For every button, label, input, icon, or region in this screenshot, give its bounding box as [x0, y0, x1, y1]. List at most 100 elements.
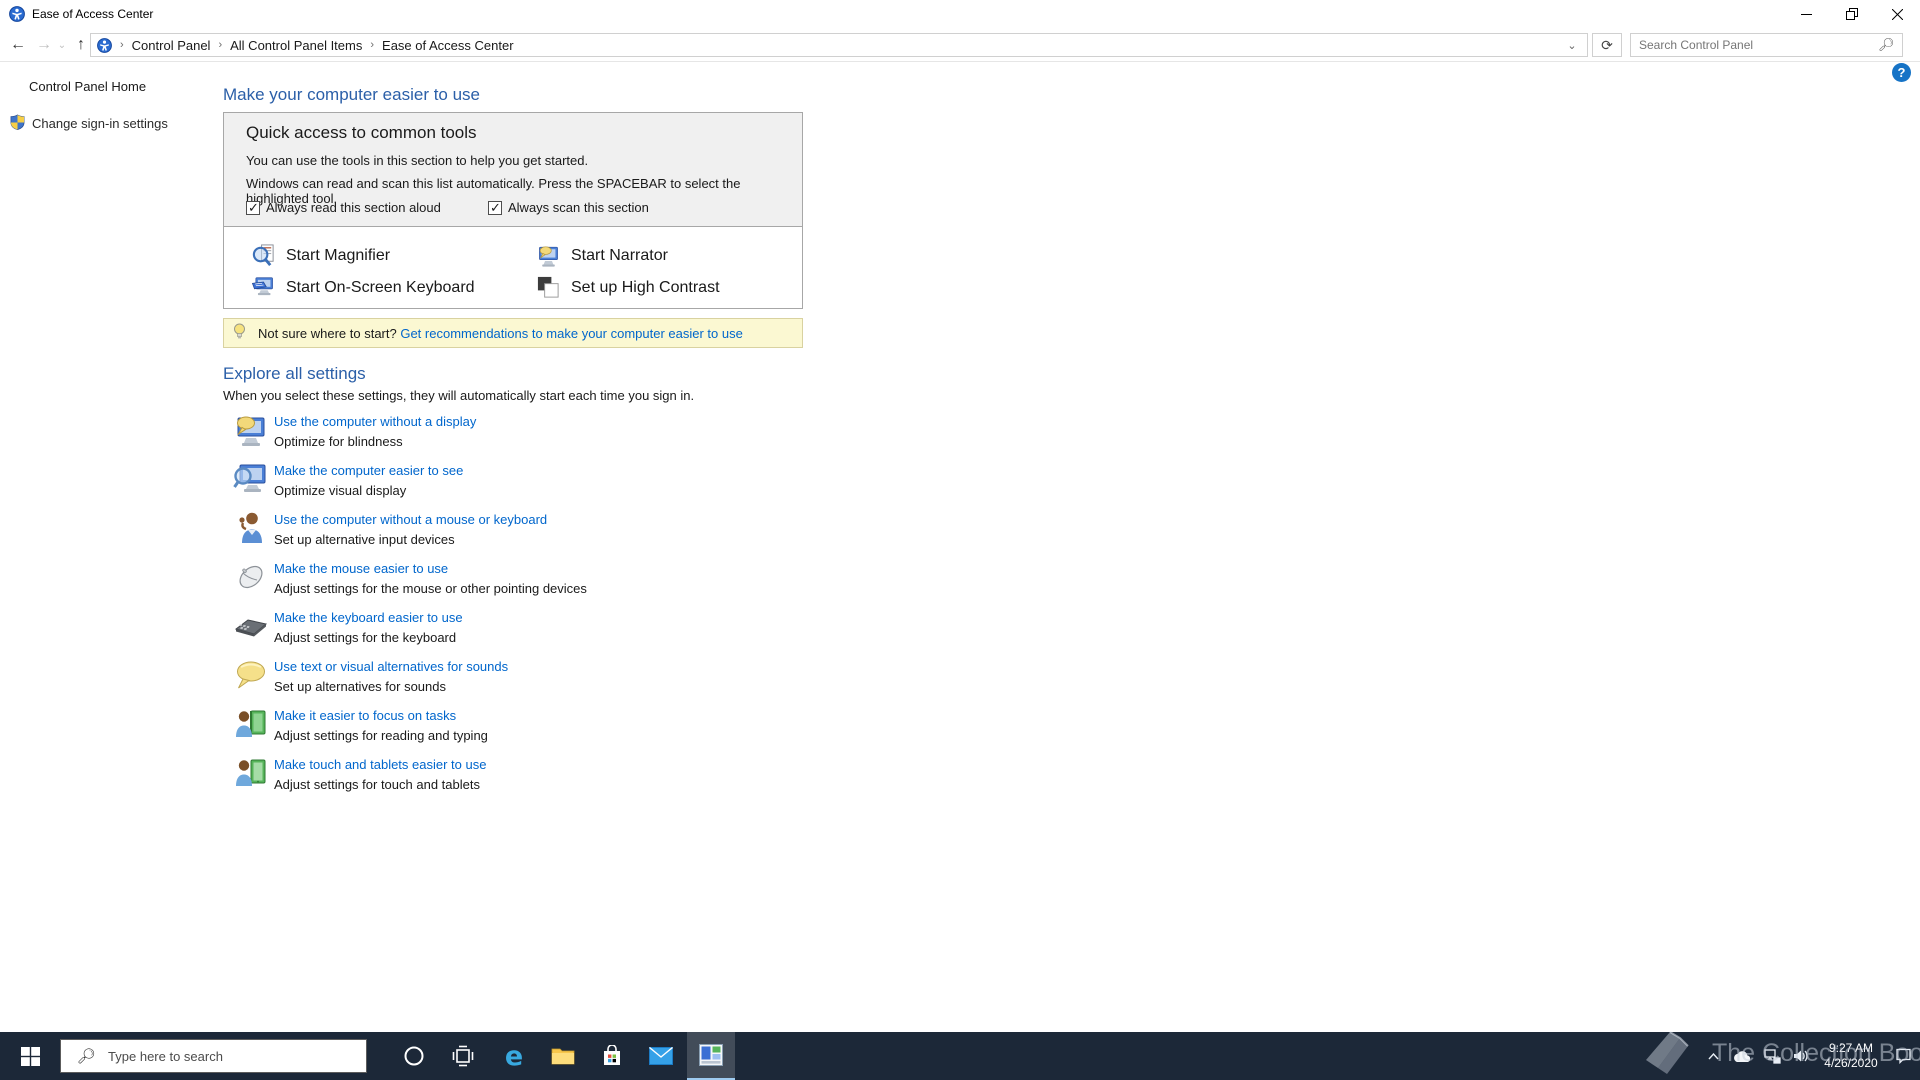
control-panel-app-button[interactable]	[687, 1032, 735, 1080]
taskbar: 🔍︎ Type here to search e 9:27 AM 4/26/20…	[0, 1032, 1920, 1080]
setting-item-no-display: Use the computer without a display Optim…	[233, 412, 873, 458]
setting-description: Adjust settings for touch and tablets	[274, 777, 480, 792]
monitor-speech-icon	[233, 412, 269, 448]
setting-link[interactable]: Use the computer without a display	[274, 414, 476, 429]
checkbox-checked-icon[interactable]	[488, 201, 502, 215]
uac-shield-icon	[10, 114, 25, 133]
start-narrator-link[interactable]: Start Narrator	[536, 243, 668, 268]
checkbox-always-scan[interactable]: Always scan this section	[488, 200, 649, 215]
breadcrumb-separator-icon: ›	[210, 39, 230, 51]
search-icon: 🔍︎	[1878, 37, 1895, 53]
explore-settings-heading: Explore all settings	[223, 364, 366, 384]
person-book-icon	[233, 706, 269, 742]
setting-description: Optimize for blindness	[274, 434, 403, 449]
high-contrast-icon	[536, 275, 561, 300]
sidebar-item-change-signin-settings[interactable]: Change sign-in settings	[10, 114, 168, 133]
setting-link[interactable]: Make the keyboard easier to use	[274, 610, 463, 625]
mouse-icon	[233, 559, 269, 595]
breadcrumb-item-control-panel[interactable]: Control Panel	[132, 38, 211, 53]
setting-link[interactable]: Use text or visual alternatives for soun…	[274, 659, 508, 674]
microsoft-store-button[interactable]	[588, 1032, 636, 1080]
clock-date: 4/26/2020	[1816, 1056, 1886, 1071]
quick-access-heading: Quick access to common tools	[246, 123, 477, 143]
explore-settings-subtitle: When you select these settings, they wil…	[223, 388, 694, 403]
taskbar-clock[interactable]: 9:27 AM 4/26/2020	[1816, 1032, 1886, 1080]
setting-description: Adjust settings for reading and typing	[274, 728, 488, 743]
action-center-icon[interactable]	[1888, 1032, 1918, 1080]
breadcrumb[interactable]: › Control Panel › All Control Panel Item…	[90, 33, 1588, 57]
breadcrumb-separator-icon: ›	[362, 39, 382, 51]
setting-link[interactable]: Make it easier to focus on tasks	[274, 708, 456, 723]
quick-access-panel: Quick access to common tools You can use…	[223, 112, 803, 309]
onedrive-cloud-icon[interactable]	[1728, 1032, 1756, 1080]
minimize-button[interactable]	[1784, 0, 1829, 28]
setting-item-easier-to-see: Make the computer easier to see Optimize…	[233, 461, 873, 507]
start-magnifier-link[interactable]: Start Magnifier	[251, 243, 390, 268]
checkbox-label: Always read this section aloud	[266, 200, 441, 215]
checkbox-checked-icon[interactable]	[246, 201, 260, 215]
up-button[interactable]: ↑	[70, 31, 92, 59]
breadcrumb-separator-icon: ›	[112, 39, 132, 51]
task-view-button[interactable]	[439, 1032, 487, 1080]
recommendations-tip-bar: Not sure where to start? Get recommendat…	[223, 318, 803, 348]
breadcrumb-item-all-items[interactable]: All Control Panel Items	[230, 38, 362, 53]
setting-link[interactable]: Make touch and tablets easier to use	[274, 757, 486, 772]
help-button[interactable]: ?	[1892, 63, 1911, 82]
tool-label: Start Magnifier	[286, 247, 390, 265]
start-button[interactable]	[0, 1032, 60, 1080]
refresh-button[interactable]: ⟳	[1592, 33, 1622, 57]
window-title: Ease of Access Center	[32, 7, 153, 21]
magnifier-icon	[251, 243, 276, 268]
close-button[interactable]	[1874, 0, 1920, 28]
file-explorer-button[interactable]	[539, 1032, 587, 1080]
narrator-icon	[536, 243, 561, 268]
edge-icon: e	[505, 1041, 523, 1072]
taskbar-search-input[interactable]: 🔍︎ Type here to search	[60, 1039, 367, 1073]
forward-button[interactable]: →	[32, 31, 56, 59]
setting-item-focus-tasks: Make it easier to focus on tasks Adjust …	[233, 706, 873, 752]
address-bar-band: ← → ⌄ ↑ › Control Panel › All Control Pa…	[0, 28, 1920, 62]
recent-pages-chevron-icon[interactable]: ⌄	[54, 31, 70, 59]
sidebar-item-label: Change sign-in settings	[32, 116, 168, 131]
monitor-magnifier-icon	[233, 461, 269, 497]
control-panel-search-input[interactable]: Search Control Panel 🔍︎	[1630, 33, 1903, 57]
setting-description: Set up alternatives for sounds	[274, 679, 446, 694]
setting-item-keyboard: Make the keyboard easier to use Adjust s…	[233, 608, 873, 654]
ease-of-access-icon	[97, 38, 112, 53]
address-dropdown-chevron-icon[interactable]: ⌄	[1561, 38, 1583, 54]
tool-label: Set up High Contrast	[571, 279, 720, 297]
mail-button[interactable]	[637, 1032, 685, 1080]
page-title: Make your computer easier to use	[223, 85, 480, 105]
setting-item-sound-alternatives: Use text or visual alternatives for soun…	[233, 657, 873, 703]
edge-button[interactable]: e	[490, 1032, 538, 1080]
get-recommendations-link[interactable]: Get recommendations to make your compute…	[400, 326, 743, 341]
restore-button[interactable]	[1829, 0, 1874, 28]
setting-item-mouse: Make the mouse easier to use Adjust sett…	[233, 559, 873, 605]
title-bar: Ease of Access Center	[0, 0, 1920, 28]
setting-link[interactable]: Make the computer easier to see	[274, 463, 463, 478]
volume-icon[interactable]	[1788, 1032, 1814, 1080]
person-icon	[233, 510, 269, 546]
keyboard-icon	[233, 608, 269, 644]
network-icon[interactable]	[1758, 1032, 1786, 1080]
taskbar-search-placeholder: Type here to search	[108, 1049, 223, 1064]
setting-description: Adjust settings for the keyboard	[274, 630, 456, 645]
setup-high-contrast-link[interactable]: Set up High Contrast	[536, 275, 720, 300]
setting-link[interactable]: Make the mouse easier to use	[274, 561, 448, 576]
start-onscreen-keyboard-link[interactable]: Start On-Screen Keyboard	[251, 275, 475, 300]
setting-link[interactable]: Use the computer without a mouse or keyb…	[274, 512, 547, 527]
onscreen-keyboard-icon	[251, 275, 276, 300]
back-button[interactable]: ←	[6, 31, 30, 59]
sidebar-item-control-panel-home[interactable]: Control Panel Home	[29, 79, 146, 94]
tray-show-hidden-icons-chevron-icon[interactable]	[1700, 1032, 1726, 1080]
cortana-button[interactable]	[390, 1032, 438, 1080]
checkbox-always-read-aloud[interactable]: Always read this section aloud	[246, 200, 441, 215]
setting-item-touch-tablets: Make touch and tablets easier to use Adj…	[233, 755, 873, 801]
setting-description: Adjust settings for the mouse or other p…	[274, 581, 587, 596]
quick-access-header-area: Quick access to common tools You can use…	[224, 113, 802, 227]
speech-bubble-icon	[233, 657, 269, 693]
search-placeholder: Search Control Panel	[1639, 38, 1878, 52]
breadcrumb-item-ease-of-access[interactable]: Ease of Access Center	[382, 38, 514, 53]
ease-of-access-icon	[9, 6, 25, 22]
tip-text: Not sure where to start? Get recommendat…	[258, 326, 743, 341]
